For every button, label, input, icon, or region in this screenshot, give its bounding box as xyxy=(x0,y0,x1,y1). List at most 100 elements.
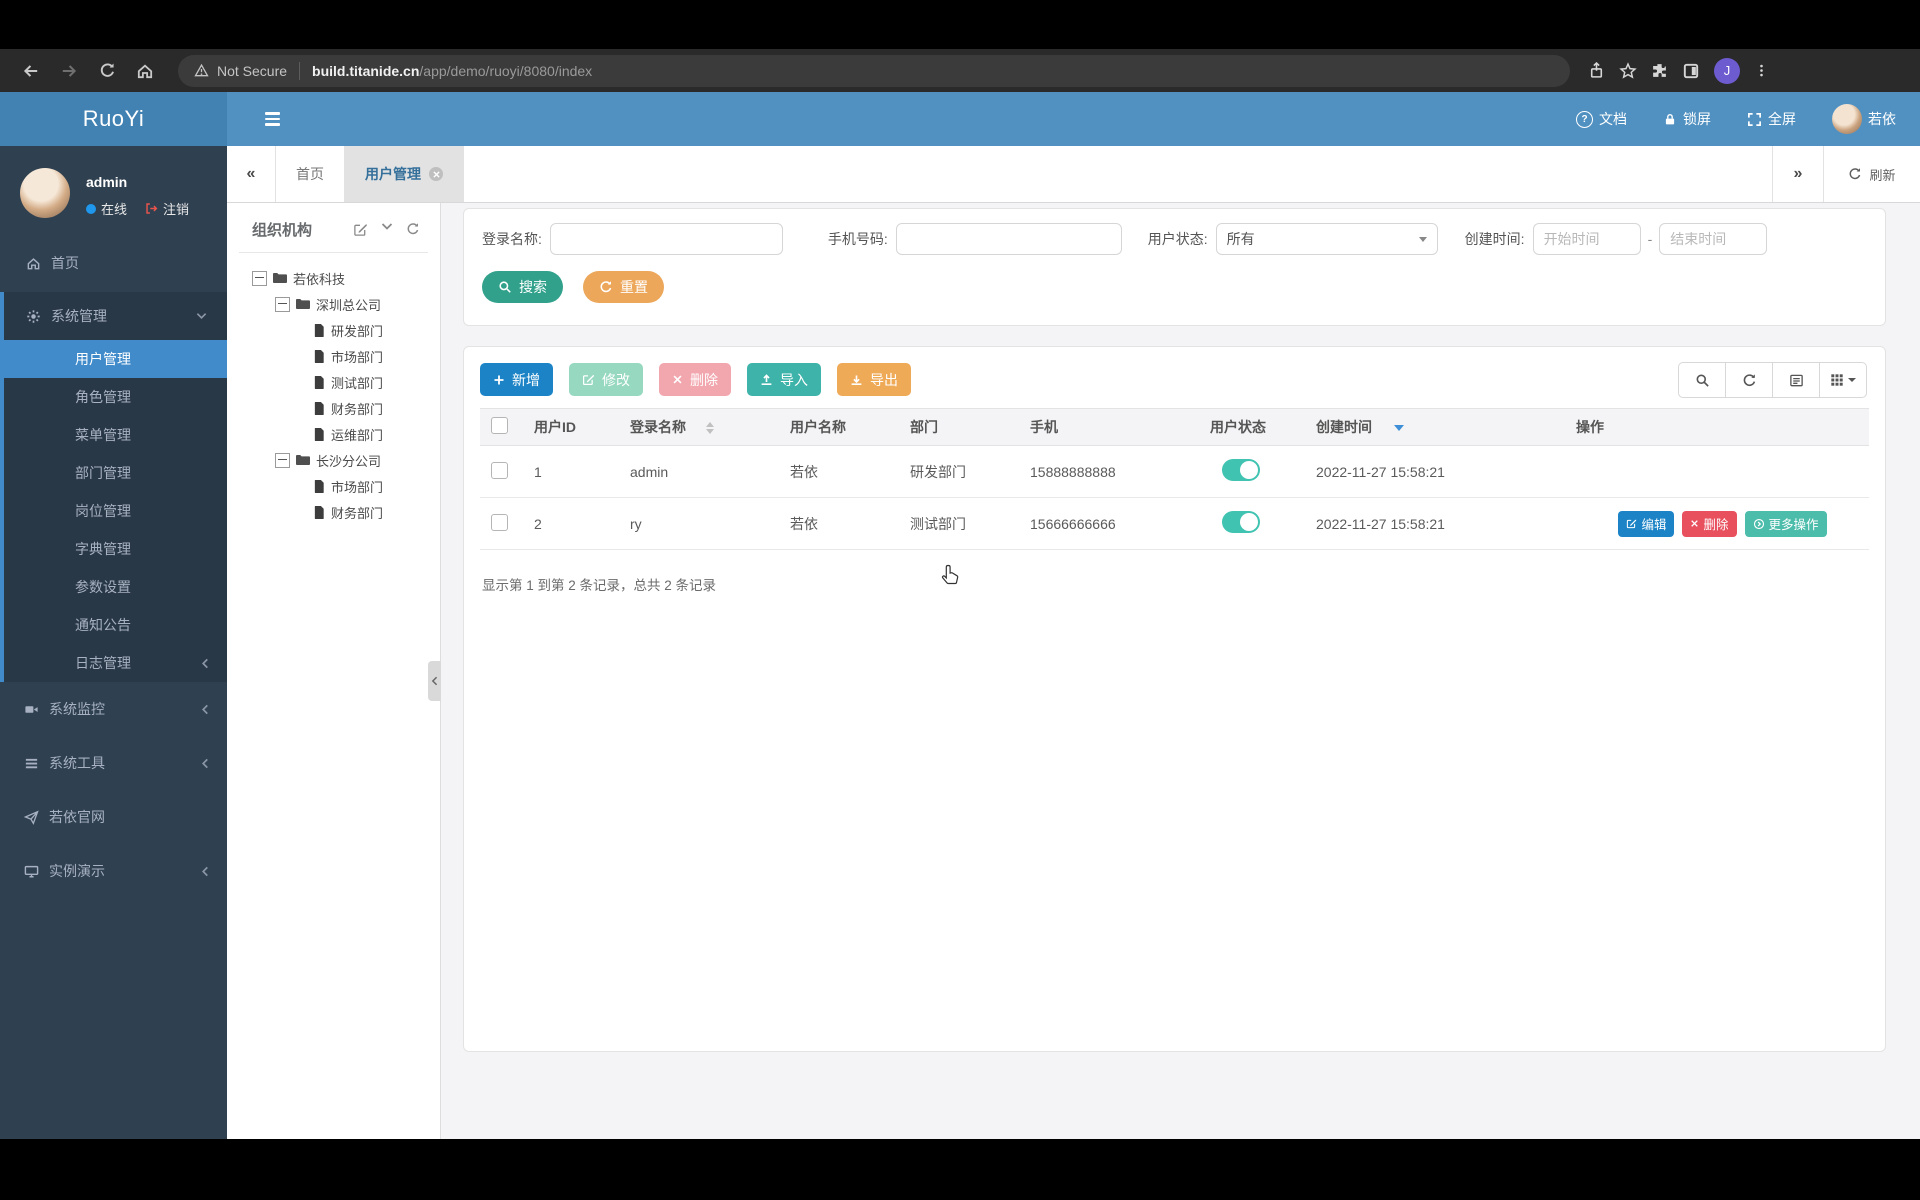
end-time-input[interactable] xyxy=(1659,223,1768,255)
org-tree-title: 组织机构 xyxy=(252,222,313,239)
import-button[interactable]: 导入 xyxy=(747,363,821,396)
search-button[interactable]: 搜索 xyxy=(482,271,563,303)
edit-pencil-icon[interactable] xyxy=(353,222,368,237)
refresh-icon xyxy=(1743,373,1755,386)
tree-collapse-box[interactable] xyxy=(275,452,290,468)
forward-button[interactable] xyxy=(50,56,88,86)
lock-icon xyxy=(1663,112,1677,127)
app-logo[interactable]: RuoYi xyxy=(0,92,227,146)
tree-node-dept[interactable]: 财务部门 xyxy=(227,499,440,525)
sidebar-item-role-manage[interactable]: 角色管理 xyxy=(4,378,227,416)
show-search-button[interactable] xyxy=(1678,362,1726,398)
reset-button[interactable]: 重置 xyxy=(583,271,664,303)
refresh-table-button[interactable] xyxy=(1725,362,1773,398)
address-bar[interactable]: Not Secure build.titanide.cn /app/demo/r… xyxy=(178,54,1570,87)
sidebar-item-system-manage[interactable]: 系统管理 xyxy=(4,292,227,340)
refresh-page-button[interactable]: 刷新 xyxy=(1823,146,1920,202)
home-button[interactable] xyxy=(126,56,164,86)
columns-picker-button[interactable] xyxy=(1819,362,1867,398)
close-tab-icon[interactable] xyxy=(429,167,443,181)
select-all-checkbox[interactable] xyxy=(490,417,508,434)
sidebar-item-param-config[interactable]: 参数设置 xyxy=(4,568,227,606)
start-time-input[interactable] xyxy=(1532,223,1641,255)
tree-node-shenzhen[interactable]: 深圳总公司 xyxy=(227,291,440,317)
sidebar-item-dict-manage[interactable]: 字典管理 xyxy=(4,530,227,568)
docs-link[interactable]: ? 文档 xyxy=(1576,109,1627,129)
back-button[interactable] xyxy=(12,56,50,86)
edit-button[interactable]: 修改 xyxy=(569,363,643,396)
logout-link[interactable]: 注销 xyxy=(163,199,189,218)
tree-node-company[interactable]: 若依科技 xyxy=(227,265,440,291)
user-menu[interactable]: 若依 xyxy=(1832,104,1896,134)
status-toggle-on[interactable] xyxy=(1222,459,1260,481)
row-edit-button[interactable]: 编辑 xyxy=(1618,510,1675,537)
reload-button[interactable] xyxy=(88,56,126,86)
sidebar-item-dept-manage[interactable]: 部门管理 xyxy=(4,454,227,492)
upload-icon xyxy=(761,374,772,386)
file-icon xyxy=(314,427,324,441)
refresh-icon[interactable] xyxy=(406,222,420,237)
tree-node-dept[interactable]: 财务部门 xyxy=(227,395,440,421)
share-icon[interactable] xyxy=(1588,62,1605,79)
sidebar-item-notice[interactable]: 通知公告 xyxy=(4,606,227,644)
sidebar-avatar[interactable] xyxy=(20,168,70,218)
sidebar-item-home[interactable]: 首页 xyxy=(0,234,227,292)
login-name-input[interactable] xyxy=(549,223,783,255)
row-delete-button[interactable]: 删除 xyxy=(1682,510,1737,537)
sidebar-item-system-monitor[interactable]: 系统监控 xyxy=(0,682,227,736)
tree-node-dept[interactable]: 市场部门 xyxy=(227,343,440,369)
export-button[interactable]: 导出 xyxy=(837,363,911,396)
status-select[interactable]: 所有 xyxy=(1215,223,1438,255)
tree-node-changsha[interactable]: 长沙分公司 xyxy=(227,447,440,473)
sidebar-item-demo[interactable]: 实例演示 xyxy=(0,844,227,898)
col-created[interactable]: 创建时间 xyxy=(1300,408,1560,446)
sort-icon[interactable] xyxy=(706,422,714,435)
extensions-puzzle-icon[interactable] xyxy=(1651,62,1668,79)
lock-screen-button[interactable]: 锁屏 xyxy=(1663,109,1711,129)
table-row[interactable]: 1 admin 若依 研发部门 15888888888 2022-11-27 1… xyxy=(480,445,1869,498)
status-label: 用户状态: xyxy=(1147,231,1208,247)
caret-down-icon xyxy=(1848,378,1856,382)
menu-kebab-icon[interactable] xyxy=(1754,62,1769,79)
chevron-left-icon xyxy=(201,704,209,715)
login-name-label: 登录名称: xyxy=(482,231,542,247)
sidebar-item-system-tools[interactable]: 系统工具 xyxy=(0,736,227,790)
search-icon xyxy=(1696,374,1709,387)
tree-node-dept[interactable]: 运维部门 xyxy=(227,421,440,447)
tree-node-dept[interactable]: 测试部门 xyxy=(227,369,440,395)
add-button[interactable]: 新增 xyxy=(480,363,553,396)
col-login-name[interactable]: 登录名称 xyxy=(614,408,774,446)
tab-panel-icon[interactable] xyxy=(1682,62,1700,80)
status-toggle-on[interactable] xyxy=(1222,511,1260,533)
sidebar-item-post-manage[interactable]: 岗位管理 xyxy=(4,492,227,530)
tree-collapse-box[interactable] xyxy=(252,270,267,286)
row-checkbox[interactable] xyxy=(490,513,508,531)
sort-desc-icon[interactable] xyxy=(1394,425,1404,432)
bookmark-star-icon[interactable] xyxy=(1619,61,1637,80)
row-more-actions-button[interactable]: 更多操作 xyxy=(1744,510,1827,537)
sidebar-item-user-manage[interactable]: 用户管理 xyxy=(4,340,227,378)
detail-view-button[interactable] xyxy=(1772,362,1820,398)
sidebar-toggle-hamburger-icon[interactable] xyxy=(265,112,280,126)
table-row[interactable]: 2 ry 若依 测试部门 15666666666 2022-11-27 15:5… xyxy=(480,497,1869,550)
fullscreen-button[interactable]: 全屏 xyxy=(1747,109,1796,129)
tree-node-dept[interactable]: 市场部门 xyxy=(227,473,440,499)
tabs-scroll-left-button[interactable]: « xyxy=(227,146,276,202)
sidebar-item-menu-manage[interactable]: 菜单管理 xyxy=(4,416,227,454)
delete-button[interactable]: 删除 xyxy=(659,363,731,396)
tab-user-manage[interactable]: 用户管理 xyxy=(345,146,464,202)
sidebar-item-ruoyi-website[interactable]: 若依官网 xyxy=(0,790,227,844)
tab-home[interactable]: 首页 xyxy=(276,146,345,202)
browser-profile-avatar[interactable]: J xyxy=(1714,57,1740,84)
phone-input[interactable] xyxy=(895,223,1122,255)
panel-collapse-handle[interactable] xyxy=(428,661,441,701)
sidebar-item-log-manage[interactable]: 日志管理 xyxy=(4,644,227,682)
row-checkbox[interactable] xyxy=(490,461,508,479)
gear-icon xyxy=(26,309,41,324)
table-toolbar: 新增 修改 删除 导入 导出 xyxy=(480,359,1869,406)
tree-node-dept[interactable]: 研发部门 xyxy=(227,317,440,343)
chevron-down-icon[interactable] xyxy=(381,222,393,237)
date-range-dash: - xyxy=(1647,231,1653,247)
tabs-scroll-right-button[interactable]: » xyxy=(1772,146,1823,202)
tree-collapse-box[interactable] xyxy=(275,296,290,312)
